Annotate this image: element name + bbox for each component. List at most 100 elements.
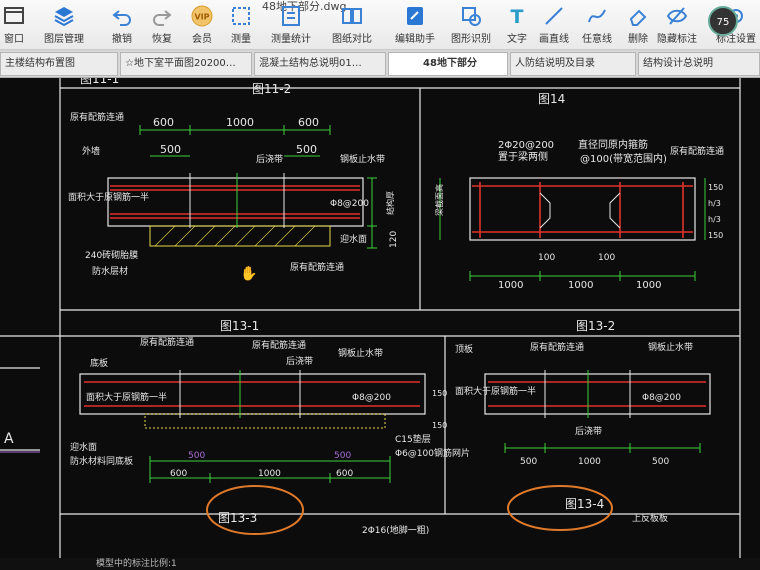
fig-13-1-rebar-spec: Φ8@200 bbox=[352, 393, 391, 403]
fig-14-dim-h3a: h/3 bbox=[708, 199, 721, 208]
tab-main-building[interactable]: 主楼结构布置图 bbox=[0, 52, 118, 76]
vip-icon: VIP bbox=[191, 5, 213, 27]
shape-recognition-label: 图形识别 bbox=[451, 34, 491, 45]
vip-label: 会员 bbox=[192, 34, 212, 45]
document-tabs: 主楼结构布置图 ☆地下室平面图20200… 混凝土结构总说明01… 48地下部分… bbox=[0, 50, 760, 78]
dim-500-left: 500 bbox=[160, 143, 181, 156]
fig-13-2-detail: 顶板 原有配筋连通 钢板止水带 面积大于原钢筋一半 后浇带 Φ8@200 500… bbox=[455, 341, 711, 467]
fig-13-1-label-water-face: 迎水面 bbox=[70, 441, 97, 453]
tab-basement-part[interactable]: 48地下部分 bbox=[388, 52, 508, 76]
fig-11-2-brick-hatch bbox=[154, 225, 316, 247]
measure-icon bbox=[232, 7, 250, 25]
fig-13-2-dim-500a: 500 bbox=[520, 457, 537, 467]
delete-button[interactable]: 删除 bbox=[616, 2, 660, 48]
fig-13-1-dim-150a: 150 bbox=[432, 389, 447, 398]
redo-icon bbox=[153, 10, 172, 26]
hide-annotation-icon bbox=[666, 7, 688, 25]
fig-14-dim-150b: 150 bbox=[708, 231, 723, 240]
dim-120: 120 bbox=[389, 231, 399, 248]
drawing-canvas[interactable]: 图11-1 图11-2 图14 图13-1 图13-2 图13-3 图13-4 bbox=[0, 78, 760, 558]
layers-icon bbox=[54, 7, 74, 27]
fig-14-joint-shape bbox=[539, 192, 621, 229]
undo-label: 撤销 bbox=[112, 34, 132, 45]
hide-annotation-label: 隐藏标注 bbox=[657, 34, 697, 45]
eraser-icon bbox=[629, 9, 647, 26]
dim-600-right: 600 bbox=[298, 116, 319, 129]
fig-14-title: 图14 bbox=[538, 92, 565, 106]
fig-13-1-dim-500b: 500 bbox=[334, 451, 351, 461]
cad-viewer-app: 48地下部分.dwg 窗口 图层管理 撤销 恢复 VIP 会员 测量 测量统计 bbox=[0, 0, 760, 570]
label-brick-formwork: 240砖砌胎膜 bbox=[85, 249, 138, 261]
tab-civil-defense-notes[interactable]: 人防结说明及目录 bbox=[510, 52, 636, 76]
redo-button[interactable]: 恢复 bbox=[140, 2, 184, 48]
freehand-line-button[interactable]: 任意线 bbox=[575, 2, 619, 48]
measure-stats-button[interactable]: 测量统计 bbox=[269, 2, 313, 48]
measure-button[interactable]: 测量 bbox=[219, 2, 263, 48]
fig-13-2-label-roof: 顶板 bbox=[455, 343, 473, 355]
fig-13-1-label-base: 底板 bbox=[90, 357, 108, 369]
fig-14-rebars bbox=[472, 182, 693, 238]
fig-13-2-title: 图13-2 bbox=[576, 319, 615, 333]
dim-1000: 1000 bbox=[226, 116, 254, 129]
fig-14-dim-150a: 150 bbox=[708, 183, 723, 192]
label-steel-waterstop: 钢板止水带 bbox=[340, 153, 385, 165]
fig-11-2-joint-lines bbox=[189, 173, 285, 228]
fig-13-1-label-area: 面积大于原钢筋一半 bbox=[86, 391, 167, 403]
label-post-cast-strip: 后浇带 bbox=[256, 153, 283, 165]
edit-assistant-button[interactable]: 编辑助手 bbox=[393, 2, 437, 48]
fig-13-1-cushion bbox=[144, 413, 386, 429]
delete-label: 删除 bbox=[628, 34, 648, 45]
fig-13-2-label-waterstop: 钢板止水带 bbox=[648, 341, 693, 353]
fig-11-2-detail: 600 1000 600 500 500 120 结构厚 原有配筋连通 外墙 后… bbox=[68, 111, 399, 277]
dim-500-right: 500 bbox=[296, 143, 317, 156]
fig-13-1-dim-1000: 1000 bbox=[258, 469, 281, 479]
tab-basement-plan[interactable]: ☆地下室平面图20200… bbox=[120, 52, 252, 76]
label-water-face: 迎水面 bbox=[340, 233, 367, 245]
fig-13-1-text: 原有配筋连通 原有配筋连通 钢板止水带 后浇带 面积大于原钢筋一半 底板 迎水面… bbox=[70, 336, 470, 479]
fig-13-1-label-mesh: Φ6@100钢筋网片 bbox=[395, 447, 470, 459]
hide-annotation-button[interactable]: 隐藏标注 bbox=[655, 2, 699, 48]
window-button[interactable]: 窗口 bbox=[0, 2, 36, 48]
fig-14-note-stirrup-b: @100(带宽范围内) bbox=[580, 152, 667, 165]
label-area-greater: 面积大于原钢筋一半 bbox=[68, 191, 149, 203]
fig-14-detail: 2Φ20@200 置于梁两侧 直径同原内箍筋 @100(带宽范围内) 原有配筋连… bbox=[434, 138, 724, 291]
fig-13-1-label-waterstop: 钢板止水带 bbox=[338, 347, 383, 359]
tab-structure-design-notes[interactable]: 结构设计总说明 bbox=[638, 52, 760, 76]
fig-11-1-title: 图11-1 bbox=[80, 78, 119, 86]
fig-13-2-dim-1000: 1000 bbox=[578, 457, 601, 467]
left-section-label: A bbox=[4, 431, 14, 447]
freehand-line-icon bbox=[588, 9, 606, 23]
vip-button[interactable]: VIP 会员 bbox=[180, 2, 224, 48]
freehand-line-label: 任意线 bbox=[582, 34, 612, 45]
undo-icon bbox=[112, 10, 131, 26]
shape-recognition-button[interactable]: 图形识别 bbox=[449, 2, 493, 48]
label-rebar-spec: Φ8@200 bbox=[330, 199, 369, 209]
fig-13-2-rebar-spec: Φ8@200 bbox=[642, 393, 681, 403]
toolbar: 48地下部分.dwg 窗口 图层管理 撤销 恢复 VIP 会员 测量 测量统计 bbox=[0, 0, 760, 50]
fig-13-3-title: 图13-3 bbox=[218, 511, 257, 525]
fig-14-text: 2Φ20@200 置于梁两侧 直径同原内箍筋 @100(带宽范围内) 原有配筋连… bbox=[434, 138, 724, 291]
window-icon bbox=[4, 7, 24, 24]
measure-stats-icon bbox=[282, 6, 300, 26]
svg-text:T: T bbox=[511, 6, 524, 28]
fig-13-2-dimensions bbox=[504, 443, 701, 453]
marker-circle-13-3 bbox=[206, 485, 304, 535]
fig-13-2-joint-lines bbox=[544, 370, 631, 418]
tab-concrete-notes[interactable]: 混凝土结构总说明01… bbox=[254, 52, 386, 76]
shape-recognition-icon bbox=[462, 7, 481, 26]
cad-drawing: 图11-1 图11-2 图14 图13-1 图13-2 图13-3 图13-4 bbox=[0, 78, 741, 558]
fig-14-note-rebar: 2Φ20@200 bbox=[498, 140, 554, 151]
fig-13-4-title: 图13-4 bbox=[565, 497, 604, 511]
draw-line-button[interactable]: 画直线 bbox=[532, 2, 576, 48]
layer-manager-button[interactable]: 图层管理 bbox=[42, 2, 86, 48]
fig-11-2-title: 图11-2 bbox=[252, 82, 291, 96]
user-avatar[interactable]: 75 bbox=[708, 6, 738, 36]
drawing-compare-button[interactable]: 图纸对比 bbox=[330, 2, 374, 48]
fig-14-note-rebar-b: 置于梁两侧 bbox=[498, 150, 548, 163]
fig-13-1-dim-150b: 150 bbox=[432, 421, 447, 430]
measure-label: 测量 bbox=[231, 34, 251, 45]
fig-13-1-dim-600a: 600 bbox=[170, 469, 187, 479]
draw-line-icon bbox=[545, 7, 563, 25]
label-outer-wall: 外墙 bbox=[82, 145, 100, 157]
undo-button[interactable]: 撤销 bbox=[100, 2, 144, 48]
